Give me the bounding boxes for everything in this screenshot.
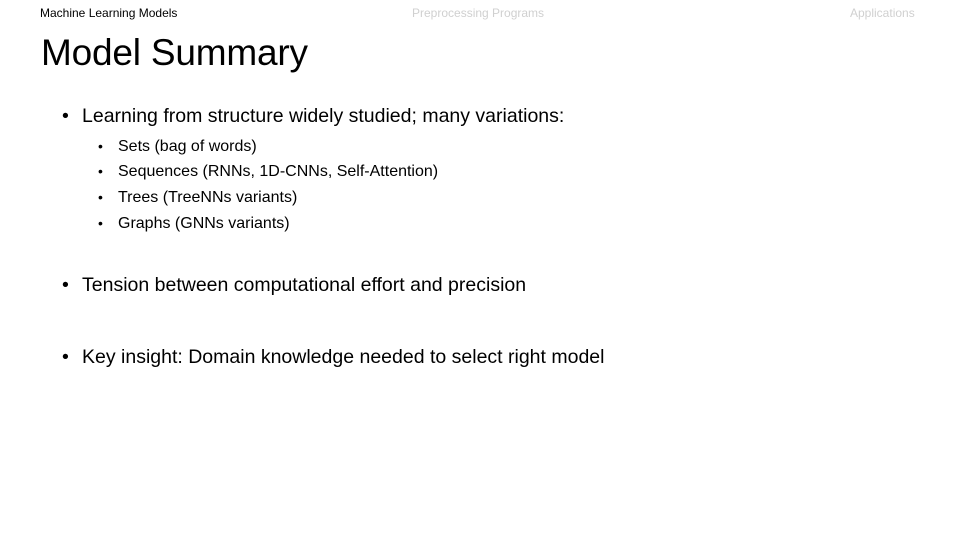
bullet-icon: • — [98, 163, 103, 179]
bullet-item: • Learning from structure widely studied;… — [62, 104, 564, 128]
sub-bullet-text: Sets (bag of words) — [118, 138, 257, 155]
slide-title: Model Summary — [41, 32, 308, 73]
bullet-icon: • — [62, 274, 69, 296]
nav-item-preprocessing-programs[interactable]: Preprocessing Programs — [412, 6, 544, 20]
sub-bullet-item: • Trees (TreeNNs variants) — [98, 187, 297, 208]
bullet-icon: • — [98, 138, 103, 154]
sub-bullet-text: Trees (TreeNNs variants) — [118, 189, 298, 206]
nav-item-applications[interactable]: Applications — [850, 6, 915, 20]
bullet-text: Learning from structure widely studied; … — [82, 105, 565, 127]
bullet-text: Key insight: Domain knowledge needed to … — [82, 346, 605, 368]
sub-bullet-text: Sequences (RNNs, 1D-CNNs, Self-Attention… — [118, 163, 439, 180]
sub-bullet-text: Graphs (GNNs variants) — [118, 215, 290, 232]
bullet-icon: • — [62, 346, 69, 368]
sub-bullet-item: • Sets (bag of words) — [98, 136, 257, 157]
bullet-item: • Tension between computational effort an… — [62, 273, 526, 297]
sub-bullet-item: • Sequences (RNNs, 1D-CNNs, Self-Attentio… — [98, 161, 438, 182]
bullet-item: • Key insight: Domain knowledge needed to… — [62, 345, 604, 369]
bullet-icon: • — [62, 105, 69, 127]
bullet-text: Tension between computational effort and… — [82, 274, 527, 296]
bullet-icon: • — [98, 215, 103, 231]
bullet-icon: • — [98, 189, 103, 205]
nav-item-machine-learning-models[interactable]: Machine Learning Models — [40, 6, 177, 20]
sub-bullet-item: • Graphs (GNNs variants) — [98, 213, 290, 234]
